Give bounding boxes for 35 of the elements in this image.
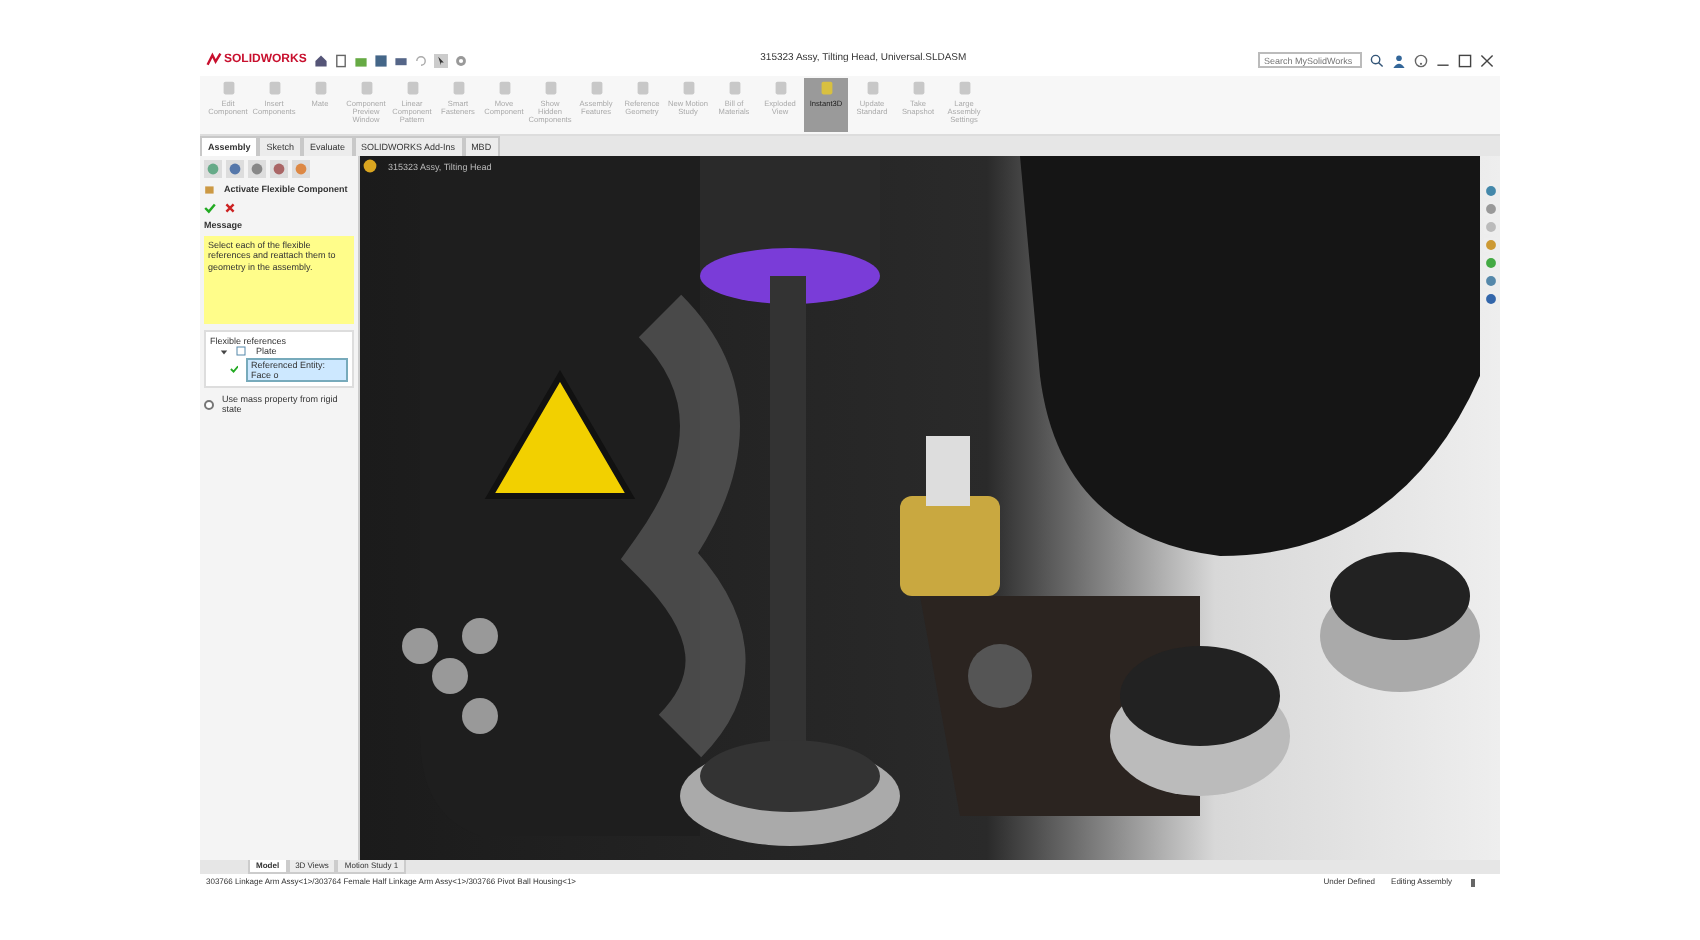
tool-icon [403,80,421,98]
tool-icon [679,80,697,98]
checkbox[interactable] [204,399,214,410]
new-document-icon[interactable] [334,53,349,67]
help-icon[interactable] [1414,53,1428,67]
tool-icon [955,80,973,98]
cancel-icon[interactable] [224,202,236,214]
tool-icon [725,80,743,98]
tool-icon [541,80,559,98]
tool-icon [449,80,467,98]
tool-icon [311,80,329,98]
search-icon[interactable] [1370,53,1384,67]
logo-icon [206,52,222,68]
tool-icon [771,80,789,98]
component-icon [204,184,216,196]
part-icon [236,346,246,357]
tool-icon [357,80,375,98]
user-icon[interactable] [1392,53,1406,67]
tool-icon [265,80,283,98]
print-icon[interactable] [394,53,409,67]
tool-icon [219,80,237,98]
select-icon[interactable] [434,53,449,67]
tool-icon [909,80,927,98]
check-icon [230,364,239,375]
maximize-icon[interactable] [1458,53,1472,67]
tool-icon [587,80,605,98]
tool-icon [863,80,881,98]
save-icon[interactable] [374,53,389,67]
close-icon[interactable] [1480,53,1494,67]
status-icon[interactable] [1468,877,1478,887]
tool-icon [495,80,513,98]
tool-icon [817,80,835,98]
ok-icon[interactable] [204,202,216,214]
gear-icon[interactable] [454,53,469,67]
tool-icon [633,80,651,98]
